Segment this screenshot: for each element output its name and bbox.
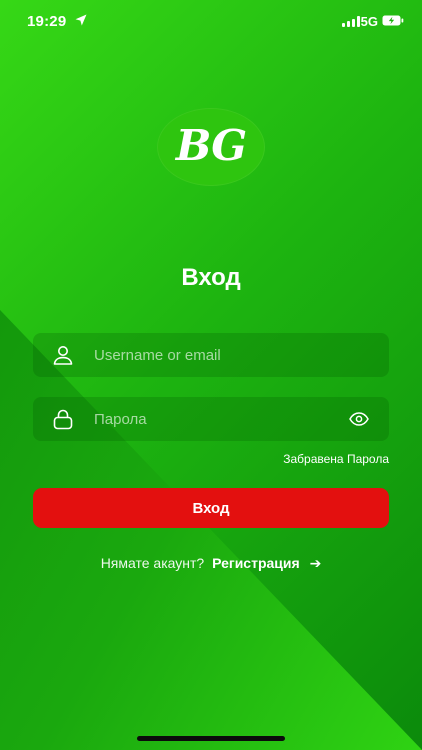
password-field[interactable]: [33, 397, 389, 441]
location-arrow-icon: [75, 14, 87, 26]
register-question: Нямате акаунт?: [100, 555, 205, 571]
logo-text: BG: [175, 120, 247, 170]
forgot-password-link[interactable]: Забравена Парола: [283, 452, 389, 466]
login-button[interactable]: Вход: [33, 488, 389, 528]
cellular-signal-icon: [342, 16, 360, 27]
status-time: 19:29: [27, 13, 67, 30]
login-screen: 19:29 5G BG Вход Username or email Забра…: [0, 0, 422, 750]
page-title: Вход: [181, 264, 241, 291]
arrow-right-icon[interactable]: ➔: [310, 555, 322, 571]
network-type: 5G: [360, 14, 378, 29]
register-prompt: Нямате акаунт? Регистрация ➔: [0, 555, 422, 572]
status-bar: 19:29 5G: [0, 0, 422, 44]
username-input[interactable]: [92, 345, 389, 365]
password-input[interactable]: [92, 409, 348, 429]
username-field[interactable]: [33, 333, 389, 377]
eye-icon[interactable]: [348, 408, 370, 430]
register-link[interactable]: Регистрация: [212, 555, 300, 571]
home-indicator: [137, 736, 285, 741]
user-icon: [53, 346, 73, 365]
lock-icon: [53, 409, 73, 430]
app-logo: BG: [157, 108, 265, 186]
battery-charging-icon: [382, 15, 404, 26]
